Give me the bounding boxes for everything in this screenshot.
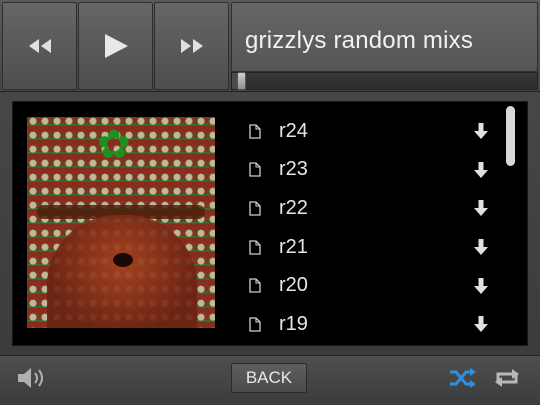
play-icon: [104, 34, 128, 58]
rewind-icon: [28, 39, 51, 53]
track-title-box: grizzlys random mixs: [231, 2, 538, 72]
scrollbar-thumb[interactable]: [506, 106, 515, 166]
track-label: r24: [279, 119, 308, 142]
file-icon: [249, 278, 261, 293]
download-icon[interactable]: [473, 161, 489, 179]
download-icon[interactable]: [473, 238, 489, 256]
track-list: r24 r23 r22 r21 r20 r19: [245, 112, 495, 344]
download-icon[interactable]: [473, 199, 489, 217]
album-art: ✿: [27, 117, 215, 328]
play-button[interactable]: [78, 2, 153, 90]
track-label: r22: [279, 196, 308, 219]
file-icon: [249, 201, 261, 216]
track-row[interactable]: r20: [245, 266, 495, 305]
album-art-leaf: ✿: [97, 123, 131, 167]
bottom-bar: BACK: [0, 355, 540, 405]
track-row[interactable]: r21: [245, 228, 495, 267]
back-button[interactable]: BACK: [231, 363, 307, 393]
repeat-icon[interactable]: [492, 367, 522, 389]
top-control-bar: grizzlys random mixs: [0, 0, 540, 92]
seek-thumb[interactable]: [237, 72, 247, 90]
file-icon: [249, 162, 261, 178]
audio-player: grizzlys random mixs ✿ r24 r23 r22 r21 r20 r1…: [0, 0, 540, 405]
rewind-button[interactable]: [2, 2, 77, 90]
album-art-nose: [113, 253, 133, 267]
fast-forward-icon: [180, 39, 203, 53]
file-icon: [249, 239, 261, 255]
track-label: r20: [279, 274, 308, 297]
file-icon: [249, 124, 261, 139]
file-icon: [249, 317, 261, 332]
download-icon[interactable]: [473, 122, 489, 140]
track-label: r23: [279, 158, 308, 181]
playlist-title: grizzlys random mixs: [245, 27, 474, 54]
track-row[interactable]: r22: [245, 189, 495, 228]
track-row[interactable]: r23: [245, 151, 495, 190]
fast-forward-button[interactable]: [154, 2, 229, 90]
track-label: r19: [279, 312, 308, 335]
track-row[interactable]: r24: [245, 112, 495, 151]
playlist-panel: ✿ r24 r23 r22 r21 r20 r19: [12, 101, 528, 346]
track-label: r21: [279, 235, 308, 258]
shuffle-icon[interactable]: [448, 367, 476, 389]
download-icon[interactable]: [473, 315, 489, 333]
track-row[interactable]: r19: [245, 305, 495, 344]
seek-bar[interactable]: [231, 72, 538, 90]
volume-icon[interactable]: [16, 366, 48, 390]
download-icon[interactable]: [473, 277, 489, 295]
